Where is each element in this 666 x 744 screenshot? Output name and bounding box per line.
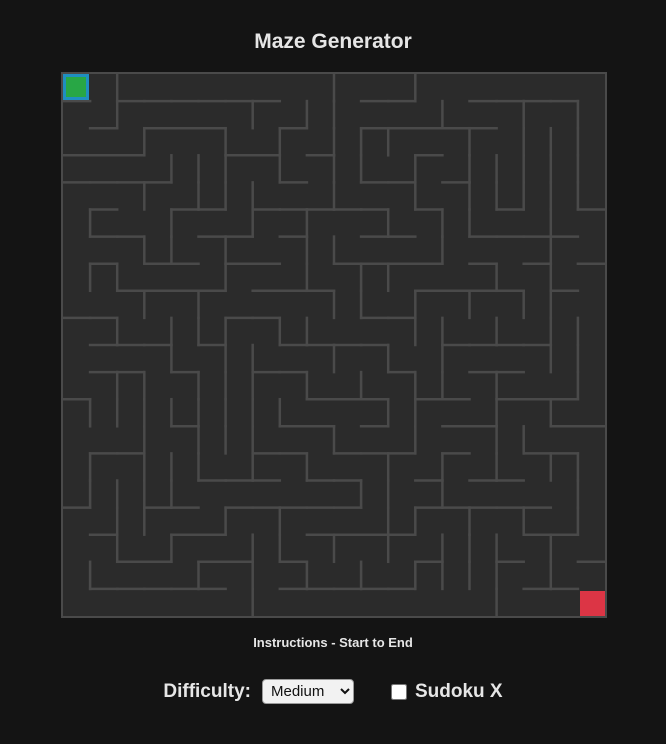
sudoku-x-toggle[interactable]: Sudoku X <box>390 680 503 703</box>
maze-walls <box>63 74 605 616</box>
instructions-text: Instructions - Start to End <box>253 635 413 650</box>
controls-bar: Difficulty: Medium Sudoku X <box>0 679 666 704</box>
difficulty-select[interactable]: Medium <box>261 679 354 704</box>
maze-end-cell <box>580 591 605 616</box>
page-title: Maze Generator <box>254 30 412 53</box>
maze-board[interactable] <box>61 72 607 618</box>
maze-start-cell <box>63 74 89 100</box>
sudoku-x-label: Sudoku X <box>414 680 503 702</box>
difficulty-label: Difficulty: <box>163 680 251 702</box>
sudoku-x-checkbox[interactable] <box>390 683 407 700</box>
